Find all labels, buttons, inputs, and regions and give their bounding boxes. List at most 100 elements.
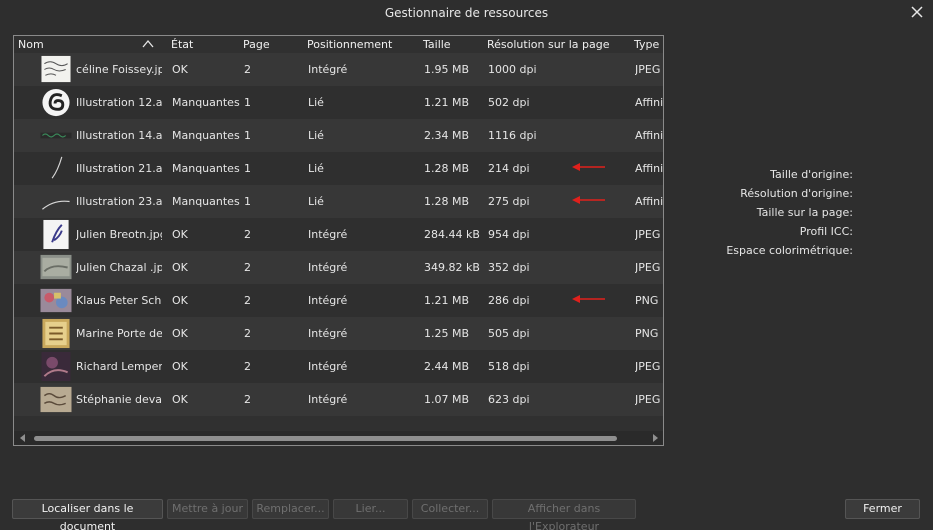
cell-size: 1.07 MB <box>424 393 470 406</box>
table-row[interactable]: Illustration 12.ai Manquantes 1 Lié 1.21 MB 5… <box>14 86 663 119</box>
show-in-explorer-button[interactable]: Afficher dans l'Explorateur <box>492 499 636 530</box>
replace-button[interactable]: Remplacer... <box>252 499 329 519</box>
cell-name: Julien Chazal .jpg <box>76 261 162 274</box>
info-original-resolution-label: Résolution d'origine: <box>740 187 853 200</box>
cell-resolution: 275 dpi <box>488 195 530 208</box>
cell-type: JPEG <box>635 360 661 373</box>
cell-size: 1.21 MB <box>424 96 470 109</box>
table-row[interactable]: Stéphanie devaux OK 2 Intégré 1.07 MB 623 dpi… <box>14 383 663 416</box>
cell-resolution: 505 dpi <box>488 327 530 340</box>
cell-state: OK <box>172 228 188 241</box>
column-header-page[interactable]: Page <box>243 38 270 51</box>
cell-state: OK <box>172 393 188 406</box>
resource-table: Nom État Page Positionnement Taille Réso… <box>13 35 664 446</box>
link-button[interactable]: Lier... <box>333 499 408 519</box>
cell-name: Klaus Peter Schae <box>76 294 162 307</box>
sort-ascending-icon[interactable] <box>142 39 154 48</box>
table-row[interactable]: Illustration 21.ai Manquantes 1 Lié 1.28 MB 2… <box>14 152 663 185</box>
cell-name: Marine Porte de s <box>76 327 162 340</box>
cell-name: Richard Lempereu <box>76 360 162 373</box>
cell-name: Illustration 21.ai <box>76 162 162 175</box>
thumbnail-green-script-icon <box>40 132 72 139</box>
cell-resolution: 502 dpi <box>488 96 530 109</box>
cell-state: Manquantes <box>172 129 240 142</box>
cell-page: 1 <box>244 195 251 208</box>
info-color-space-label: Espace colorimétrique: <box>726 244 853 257</box>
cell-type: JPEG <box>635 228 661 241</box>
column-header-type[interactable]: Type <box>634 38 659 51</box>
cell-placement: Lié <box>308 96 324 109</box>
cell-resolution: 954 dpi <box>488 228 530 241</box>
collect-button[interactable]: Collecter... <box>412 499 488 519</box>
cell-name: céline Foissey.jpg <box>76 63 162 76</box>
cell-page: 1 <box>244 96 251 109</box>
cell-type: Affinit <box>635 195 664 208</box>
cell-page: 2 <box>244 261 251 274</box>
scroll-right-icon[interactable] <box>652 434 658 442</box>
resource-info-panel: Taille d'origine: Résolution d'origine: … <box>700 165 853 260</box>
cell-placement: Lié <box>308 129 324 142</box>
cell-placement: Lié <box>308 195 324 208</box>
horizontal-scrollbar[interactable] <box>14 431 663 445</box>
window-title: Gestionnaire de ressources <box>384 6 549 20</box>
red-arrow-annotation-icon <box>572 295 605 303</box>
column-header-resolution[interactable]: Résolution sur la page <box>487 38 609 51</box>
cell-resolution: 623 dpi <box>488 393 530 406</box>
cell-size: 284.44 kB <box>424 228 480 241</box>
cell-state: Manquantes <box>172 195 240 208</box>
thumbnail-white-handwriting-icon <box>41 55 71 83</box>
cell-resolution: 214 dpi <box>488 162 530 175</box>
table-header: Nom État Page Positionnement Taille Réso… <box>14 36 663 53</box>
cell-resolution: 1000 dpi <box>488 63 537 76</box>
close-icon[interactable] <box>909 4 925 20</box>
cell-placement: Lié <box>308 162 324 175</box>
info-page-size-label: Taille sur la page: <box>756 206 853 219</box>
table-row[interactable]: Richard Lempereu OK 2 Intégré 2.44 MB 518 dpi… <box>14 350 663 383</box>
column-header-state[interactable]: État <box>171 38 193 51</box>
cell-name: Illustration 12.ai <box>76 96 162 109</box>
column-header-placement[interactable]: Positionnement <box>307 38 392 51</box>
cell-state: Manquantes <box>172 162 240 175</box>
column-header-size[interactable]: Taille <box>423 38 451 51</box>
table-row[interactable]: Julien Breotn.jpg OK 2 Intégré 284.44 kB 954 … <box>14 218 663 251</box>
cell-placement: Intégré <box>308 294 348 307</box>
table-row[interactable]: Marine Porte de s OK 2 Intégré 1.25 MB 505 dp… <box>14 317 663 350</box>
cell-resolution: 352 dpi <box>488 261 530 274</box>
table-row[interactable]: céline Foissey.jpg OK 2 Intégré 1.95 MB 1000 … <box>14 53 663 86</box>
thumbnail-colorful-collage-icon <box>40 288 72 313</box>
cell-size: 1.28 MB <box>424 162 470 175</box>
cell-placement: Intégré <box>308 261 348 274</box>
thumbnail-gold-ornament-icon <box>42 318 70 349</box>
cell-size: 1.28 MB <box>424 195 470 208</box>
red-arrow-annotation-icon <box>572 163 605 171</box>
cell-placement: Intégré <box>308 393 348 406</box>
thumbnail-blue-ink-icon <box>43 219 69 250</box>
thumbnail-curve-stroke-icon <box>51 156 63 179</box>
cell-size: 2.34 MB <box>424 129 470 142</box>
thumbnail-dark-painting-icon <box>41 351 71 382</box>
cell-size: 349.82 kB <box>424 261 480 274</box>
cell-resolution: 518 dpi <box>488 360 530 373</box>
cell-page: 1 <box>244 129 251 142</box>
close-button[interactable]: Fermer <box>845 499 920 519</box>
scroll-left-icon[interactable] <box>20 434 26 442</box>
cell-placement: Intégré <box>308 63 348 76</box>
cell-page: 2 <box>244 63 251 76</box>
cell-page: 2 <box>244 228 251 241</box>
cell-page: 2 <box>244 327 251 340</box>
table-row[interactable]: Julien Chazal .jpg OK 2 Intégré 349.82 kB 352… <box>14 251 663 284</box>
table-row[interactable]: Illustration 14.ai Manquantes 1 Lié 2.34 MB 1… <box>14 119 663 152</box>
table-row[interactable]: Illustration 23.ai Manquantes 1 Lié 1.28 MB 2… <box>14 185 663 218</box>
column-header-name[interactable]: Nom <box>18 38 44 51</box>
table-row[interactable]: Klaus Peter Schae OK 2 Intégré 1.21 MB 286 dp… <box>14 284 663 317</box>
cell-type: Affinit <box>635 162 664 175</box>
cell-state: OK <box>172 63 188 76</box>
scrollbar-thumb[interactable] <box>34 436 617 441</box>
cell-state: Manquantes <box>172 96 240 109</box>
cell-page: 2 <box>244 393 251 406</box>
cell-state: OK <box>172 294 188 307</box>
cell-type: Affinit <box>635 129 664 142</box>
update-button[interactable]: Mettre à jour <box>167 499 248 519</box>
cell-type: JPEG <box>635 261 661 274</box>
locate-in-document-button[interactable]: Localiser dans le document <box>12 499 163 530</box>
